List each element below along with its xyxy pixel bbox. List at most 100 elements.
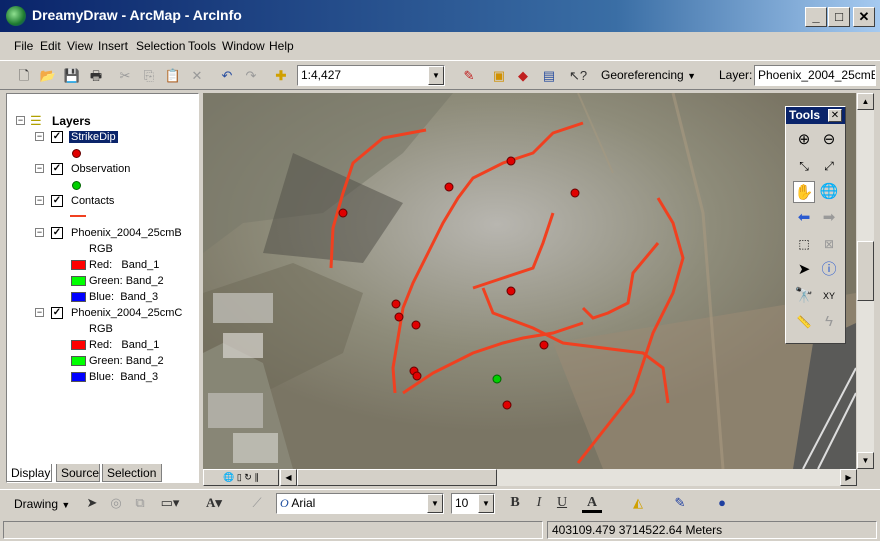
go-to-xy-icon[interactable]: XY xyxy=(818,285,840,307)
fixed-zoom-out-icon[interactable]: ⤢ xyxy=(818,155,840,177)
chevron-down-icon[interactable]: ▼ xyxy=(478,494,494,513)
layer-phoenix-b[interactable]: Phoenix_2004_25cmB xyxy=(71,227,182,239)
paste-icon[interactable]: 📋 xyxy=(163,66,183,86)
layer-visibility-checkbox[interactable]: ✓ xyxy=(51,131,63,143)
scroll-left-icon[interactable]: ◀ xyxy=(280,469,297,486)
fixed-zoom-in-icon[interactable]: ⤡ xyxy=(793,155,815,177)
layer-visibility-checkbox[interactable]: ✓ xyxy=(51,195,63,207)
zoom-in-icon[interactable]: ⊕ xyxy=(793,129,815,151)
layer-phoenix-c[interactable]: Phoenix_2004_25cmC xyxy=(71,307,182,319)
zoom-whole-page-icon[interactable]: ⧉ xyxy=(130,493,150,513)
add-data-icon[interactable]: ✚ xyxy=(271,66,291,86)
collapse-icon[interactable]: − xyxy=(35,228,44,237)
font-combo[interactable]: O Arial ▼ xyxy=(276,493,444,514)
map-vertical-scrollbar[interactable]: ▲ ▼ xyxy=(857,93,874,469)
italic-button[interactable]: I xyxy=(529,493,549,513)
full-extent-globe-icon[interactable]: 🌐 xyxy=(818,181,840,203)
underline-button[interactable]: U xyxy=(552,493,572,513)
menu-edit[interactable]: Edit xyxy=(40,39,61,53)
tab-selection[interactable]: Selection xyxy=(102,464,162,482)
scroll-right-icon[interactable]: ▶ xyxy=(840,469,857,486)
select-features-icon[interactable]: ⬚ xyxy=(793,233,815,255)
scroll-up-icon[interactable]: ▲ xyxy=(857,93,874,110)
scroll-thumb[interactable] xyxy=(297,469,497,486)
collapse-icon[interactable]: − xyxy=(35,132,44,141)
menu-file[interactable]: File xyxy=(14,39,33,53)
layer-strikedip[interactable]: StrikeDip xyxy=(69,131,118,143)
drawing-toolbar: Drawing ▼ ➤ ◎ ⧉ ▭▾ A▾ ⟋ O Arial ▼ 10 ▼ B… xyxy=(0,489,880,517)
collapse-icon[interactable]: − xyxy=(16,116,25,125)
delete-icon[interactable]: ✕ xyxy=(187,66,207,86)
cut-icon[interactable]: ✂ xyxy=(115,66,135,86)
measure-icon[interactable]: 📏 xyxy=(793,311,815,333)
observation-point xyxy=(492,374,502,384)
menu-view[interactable]: View xyxy=(67,39,93,53)
menu-selection[interactable]: Selection xyxy=(136,39,185,53)
font-color-button[interactable]: A xyxy=(582,493,602,513)
editor-toolbar-icon[interactable]: ✎ xyxy=(459,66,479,86)
zoom-out-icon[interactable]: ⊖ xyxy=(818,129,840,151)
save-icon[interactable]: 💾 xyxy=(62,66,82,86)
rectangle-icon[interactable]: ▭▾ xyxy=(160,493,180,513)
rotate-icon[interactable]: ◎ xyxy=(106,493,126,513)
menu-help[interactable]: Help xyxy=(269,39,294,53)
select-arrow-icon[interactable]: ➤ xyxy=(82,493,102,513)
print-icon[interactable]: 🖶 xyxy=(86,66,106,86)
maximize-button[interactable]: □ xyxy=(828,7,850,27)
minimize-button[interactable]: _ xyxy=(805,7,827,27)
drawing-menu[interactable]: Drawing ▼ xyxy=(14,497,70,511)
forward-arrow-icon[interactable]: ➡ xyxy=(818,207,840,229)
copy-icon[interactable]: ⎘ xyxy=(139,66,159,86)
layer-visibility-checkbox[interactable]: ✓ xyxy=(51,163,63,175)
scroll-thumb[interactable] xyxy=(857,241,874,301)
redo-icon[interactable]: ↷ xyxy=(241,66,261,86)
font-size-combo[interactable]: 10 ▼ xyxy=(451,493,495,514)
collapse-icon[interactable]: − xyxy=(35,308,44,317)
view-switch-buttons[interactable]: 🌐 ▯ ↻ ∥ xyxy=(203,469,279,486)
menu-tools[interactable]: Tools xyxy=(188,39,216,53)
chevron-down-icon[interactable]: ▼ xyxy=(428,66,444,85)
close-button[interactable]: ✕ xyxy=(853,7,875,27)
identify-icon[interactable]: ⓘ xyxy=(818,259,840,281)
layer-visibility-checkbox[interactable]: ✓ xyxy=(51,307,63,319)
georeferencing-menu[interactable]: Georeferencing ▼ xyxy=(601,68,696,82)
layer-visibility-checkbox[interactable]: ✓ xyxy=(51,227,63,239)
undo-icon[interactable]: ↶ xyxy=(217,66,237,86)
back-arrow-icon[interactable]: ⬅ xyxy=(793,207,815,229)
layer-observation[interactable]: Observation xyxy=(71,163,130,175)
hyperlink-icon[interactable]: ϟ xyxy=(818,311,840,333)
map-horizontal-scrollbar[interactable]: 🌐 ▯ ↻ ∥ ◀ ▶ xyxy=(203,469,857,486)
chevron-down-icon[interactable]: ▼ xyxy=(427,494,443,513)
standard-toolbar: 🗋 📂 💾 🖶 ✂ ⎘ 📋 ✕ ↶ ↷ ✚ 1:4,427 ▼ ✎ ▣ ◆ ▤ … xyxy=(0,60,880,90)
command-line-icon[interactable]: ▤ xyxy=(539,66,559,86)
tab-display[interactable]: Display xyxy=(6,464,52,482)
menu-insert[interactable]: Insert xyxy=(98,39,128,53)
clear-selection-icon[interactable]: ⊠ xyxy=(818,233,840,255)
find-binoculars-icon[interactable]: 🔭 xyxy=(793,285,815,307)
collapse-icon[interactable]: − xyxy=(35,196,44,205)
new-document-icon[interactable]: 🗋 xyxy=(14,66,34,86)
map-view[interactable] xyxy=(203,93,856,469)
window-title: DreamyDraw - ArcMap - ArcInfo xyxy=(32,7,242,23)
menu-window[interactable]: Window xyxy=(222,39,265,53)
edit-vertices-icon[interactable]: ⟋ xyxy=(247,493,267,513)
bold-button[interactable]: B xyxy=(505,493,525,513)
close-icon[interactable]: ✕ xyxy=(828,109,842,122)
collapse-icon[interactable]: − xyxy=(35,164,44,173)
layers-root[interactable]: Layers xyxy=(52,114,91,128)
pan-hand-icon[interactable]: ✋ xyxy=(793,181,815,203)
tab-source[interactable]: Source xyxy=(56,464,100,482)
arctoolbox-icon[interactable]: ▣ xyxy=(489,66,509,86)
text-tool-icon[interactable]: A▾ xyxy=(204,493,224,513)
line-color-icon[interactable]: ✎ xyxy=(670,493,690,513)
scroll-down-icon[interactable]: ▼ xyxy=(857,452,874,469)
fill-color-icon[interactable]: ◭ xyxy=(628,493,648,513)
marker-color-icon[interactable]: ● xyxy=(712,493,732,513)
select-elements-arrow-icon[interactable]: ➤ xyxy=(793,259,815,281)
layer-select[interactable]: Phoenix_2004_25cmB xyxy=(754,65,876,86)
whats-this-icon[interactable]: ↖? xyxy=(568,66,588,86)
layer-contacts[interactable]: Contacts xyxy=(71,195,114,207)
open-folder-icon[interactable]: 📂 xyxy=(38,66,58,86)
arccatalog-icon[interactable]: ◆ xyxy=(513,66,533,86)
map-scale-combo[interactable]: 1:4,427 ▼ xyxy=(297,65,445,86)
